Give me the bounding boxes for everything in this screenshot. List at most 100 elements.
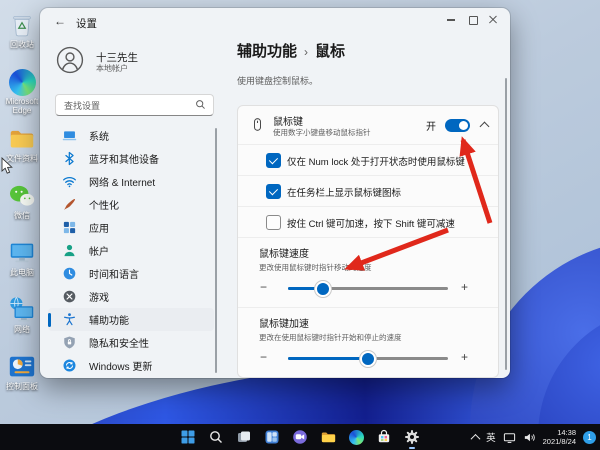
search-icon [194,98,207,111]
checkbox[interactable] [266,184,281,199]
minus-button[interactable]: − [260,280,267,294]
this-pc-icon [7,238,37,268]
sidebar-item-privacy[interactable]: 隐私和安全性 [48,331,214,354]
desktop-icon-recycle-bin[interactable]: 回收站 [0,10,44,62]
system-icon [62,128,77,143]
edge-icon [348,429,364,445]
breadcrumb-separator: › [304,45,308,59]
taskbar-chat-button[interactable] [289,426,311,448]
window-title: 设置 [76,16,97,31]
bluetooth-icon [62,151,77,166]
sidebar-item-personalization[interactable]: 个性化 [48,193,214,216]
slider-line: − + [238,277,498,299]
desktop-icon-dashboard[interactable]: 控制面板 [0,352,44,404]
sidebar-item-network[interactable]: 网络 & Internet [48,170,214,193]
taskbar-start-button[interactable] [177,426,199,448]
breadcrumb-current: 鼠标 [315,43,345,60]
desktop-icon-label: 回收站 [10,40,34,49]
task-view-icon [236,429,252,445]
clock[interactable]: 14:38 2021/8/24 [543,428,576,446]
page-subtitle: 使用键盘控制鼠标。 [237,74,318,87]
desktop-icon-edge[interactable]: Microsoft Edge [0,67,44,119]
sidebar-item-label: 网络 & Internet [89,174,155,189]
taskbar-task-view-button[interactable] [233,426,255,448]
settings-gear-icon [404,429,420,445]
taskbar-settings-gear-button[interactable] [401,426,423,448]
taskbar-store-button[interactable] [373,426,395,448]
tray-chevron-up-icon[interactable] [471,433,481,443]
taskbar-widgets-button[interactable] [261,426,283,448]
profile-account-type: 本地帐户 [96,63,128,74]
search-taskbar-icon [208,429,224,445]
option-row[interactable]: 在任务栏上显示鼠标键图标 [238,175,498,206]
settings-window: ← 设置 十三先生 本地帐户 查找设置 系统 [40,8,510,378]
mouse-keys-header[interactable]: 鼠标键 使用数字小键盘移动鼠标指针 开 [238,106,498,144]
notification-badge[interactable]: 1 [583,431,596,444]
recycle-bin-icon [7,10,37,40]
accounts-icon [62,243,77,258]
sidebar-item-label: 帐户 [89,243,109,258]
plus-button[interactable]: + [461,280,468,294]
taskbar-edge-button[interactable] [345,426,367,448]
sidebar-item-label: 隐私和安全性 [89,335,149,350]
tray-date: 2021/8/24 [543,437,576,446]
sidebar-item-time-language[interactable]: 时间和语言 [48,262,214,285]
search-input[interactable]: 查找设置 [55,94,214,116]
option-row[interactable]: 按住 Ctrl 键可加速，按下 Shift 键可减速 [238,206,498,237]
ime-indicator[interactable]: 英 [486,430,496,444]
sidebar-item-label: 蓝牙和其他设备 [89,151,159,166]
widgets-icon [264,429,280,445]
system-tray: 英 14:38 2021/8/24 1 [472,424,596,450]
option-label: 仅在 Num lock 处于打开状态时使用鼠标键 [287,154,465,168]
personalization-icon [62,197,77,212]
edge-icon [7,67,37,97]
back-button[interactable]: ← [54,14,66,28]
checkbox[interactable] [266,215,281,230]
sidebar-scrollbar[interactable] [215,128,218,373]
slider-thumb[interactable] [315,281,331,297]
minus-button[interactable]: − [260,350,267,364]
slider[interactable] [288,287,448,290]
taskbar-file-explorer-button[interactable] [317,426,339,448]
windows-update-icon [62,358,77,373]
sidebar-item-gaming[interactable]: 游戏 [48,285,214,308]
checkbox[interactable] [266,153,281,168]
option-row[interactable]: 仅在 Num lock 处于打开状态时使用鼠标键 [238,144,498,175]
store-icon [376,429,392,445]
toggle-knob [459,121,468,130]
accessibility-icon [62,312,77,327]
sidebar-item-label: 游戏 [89,289,109,304]
desktop-icon-column: 回收站 Microsoft Edge 文件资料 微信 此电脑 [0,10,44,409]
slider-line: − + [238,347,498,369]
desktop-icon-network-places[interactable]: 网络 [0,295,44,347]
dashboard-icon [7,352,37,382]
breadcrumb-root[interactable]: 辅助功能 [237,43,297,60]
taskbar-search-taskbar-button[interactable] [205,426,227,448]
content-scrollbar[interactable] [505,78,508,370]
sidebar: 十三先生 本地帐户 查找设置 系统 蓝牙和其他设备 [40,36,220,378]
sidebar-item-accessibility[interactable]: 辅助功能 [48,308,214,331]
desktop-icon-label: 控制面板 [6,382,38,391]
network-tray-icon[interactable] [503,431,516,444]
desktop-icon-wechat[interactable]: 微信 [0,181,44,233]
option-label: 按住 Ctrl 键可加速，按下 Shift 键可减速 [287,216,455,230]
plus-button[interactable]: + [461,350,468,364]
chevron-up-icon[interactable] [480,122,490,132]
slider[interactable] [288,357,448,360]
sidebar-item-windows-update[interactable]: Windows 更新 [48,354,214,377]
mouse-keys-card: 鼠标键 使用数字小键盘移动鼠标指针 开 仅在 Num lock 处于打开状态时使… [237,105,499,378]
sidebar-item-bluetooth[interactable]: 蓝牙和其他设备 [48,147,214,170]
sidebar-item-accounts[interactable]: 帐户 [48,239,214,262]
desktop-icon-this-pc[interactable]: 此电脑 [0,238,44,290]
sidebar-nav: 系统 蓝牙和其他设备 网络 & Internet 个性化 [48,124,214,377]
sidebar-item-system[interactable]: 系统 [48,124,214,147]
search-placeholder: 查找设置 [64,99,100,112]
file-explorer-icon [320,429,336,445]
volume-icon[interactable] [523,431,536,444]
desktop-icon-label: 微信 [14,211,30,220]
sidebar-item-apps[interactable]: 应用 [48,216,214,239]
slider-thumb[interactable] [360,351,376,367]
sidebar-item-label: 系统 [89,128,109,143]
mouse-keys-toggle[interactable] [445,119,470,132]
sidebar-item-label: 个性化 [89,197,119,212]
